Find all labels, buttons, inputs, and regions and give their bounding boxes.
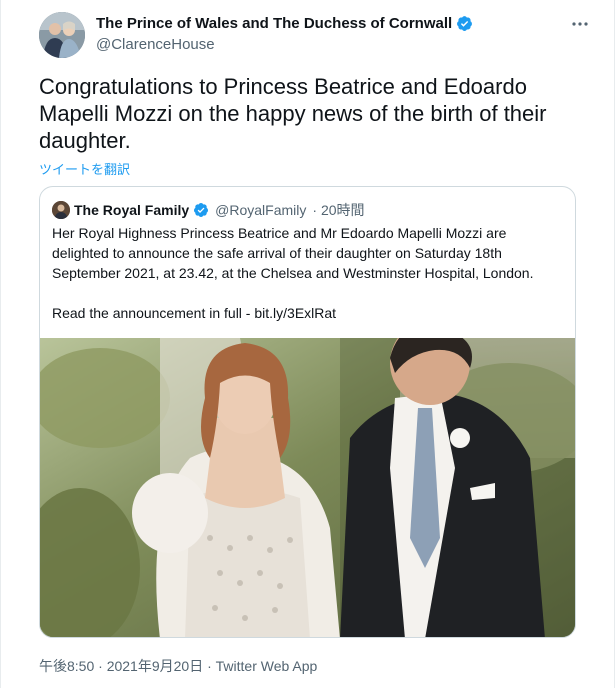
more-dots-icon[interactable] [570,16,590,32]
quoted-author-avatar[interactable] [52,201,70,219]
quoted-time-ago[interactable]: · 20時間 [312,200,364,220]
quoted-author-handle[interactable]: @RoyalFamily [215,202,306,218]
author-names: The Prince of Wales and The Duchess of C… [96,15,473,53]
verified-badge-icon [194,203,209,217]
author-display-name[interactable]: The Prince of Wales and The Duchess of C… [96,15,473,32]
quoted-photo[interactable] [40,338,575,637]
quoted-tweet-header: The Royal Family @RoyalFamily · 20時間 [52,200,365,220]
quoted-tweet-body: Her Royal Highness Princess Beatrice and… [52,223,562,343]
quoted-paragraph-2: Read the announcement in full - bit.ly/3… [52,305,337,321]
quoted-author-name[interactable]: The Royal Family [74,202,189,218]
tweet-timestamp[interactable]: 午後8:50 · 2021年9月20日 · Twitter Web App [39,656,317,676]
author-name-text[interactable]: The Prince of Wales and The Duchess of C… [96,15,452,32]
verified-badge-icon [457,16,473,31]
quoted-paragraph-1: Her Royal Highness Princess Beatrice and… [52,225,534,281]
wedding-photo-image [40,338,575,637]
tweet-header: The Prince of Wales and The Duchess of C… [39,12,594,62]
tweet-card: The Prince of Wales and The Duchess of C… [0,0,615,688]
author-handle[interactable]: @ClarenceHouse [96,36,473,53]
quoted-tweet[interactable]: The Royal Family @RoyalFamily · 20時間 Her… [39,186,576,638]
author-avatar[interactable] [39,12,85,58]
translate-tweet-link[interactable]: ツイートを翻訳 [39,159,130,178]
tweet-text: Congratulations to Princess Beatrice and… [39,74,547,153]
